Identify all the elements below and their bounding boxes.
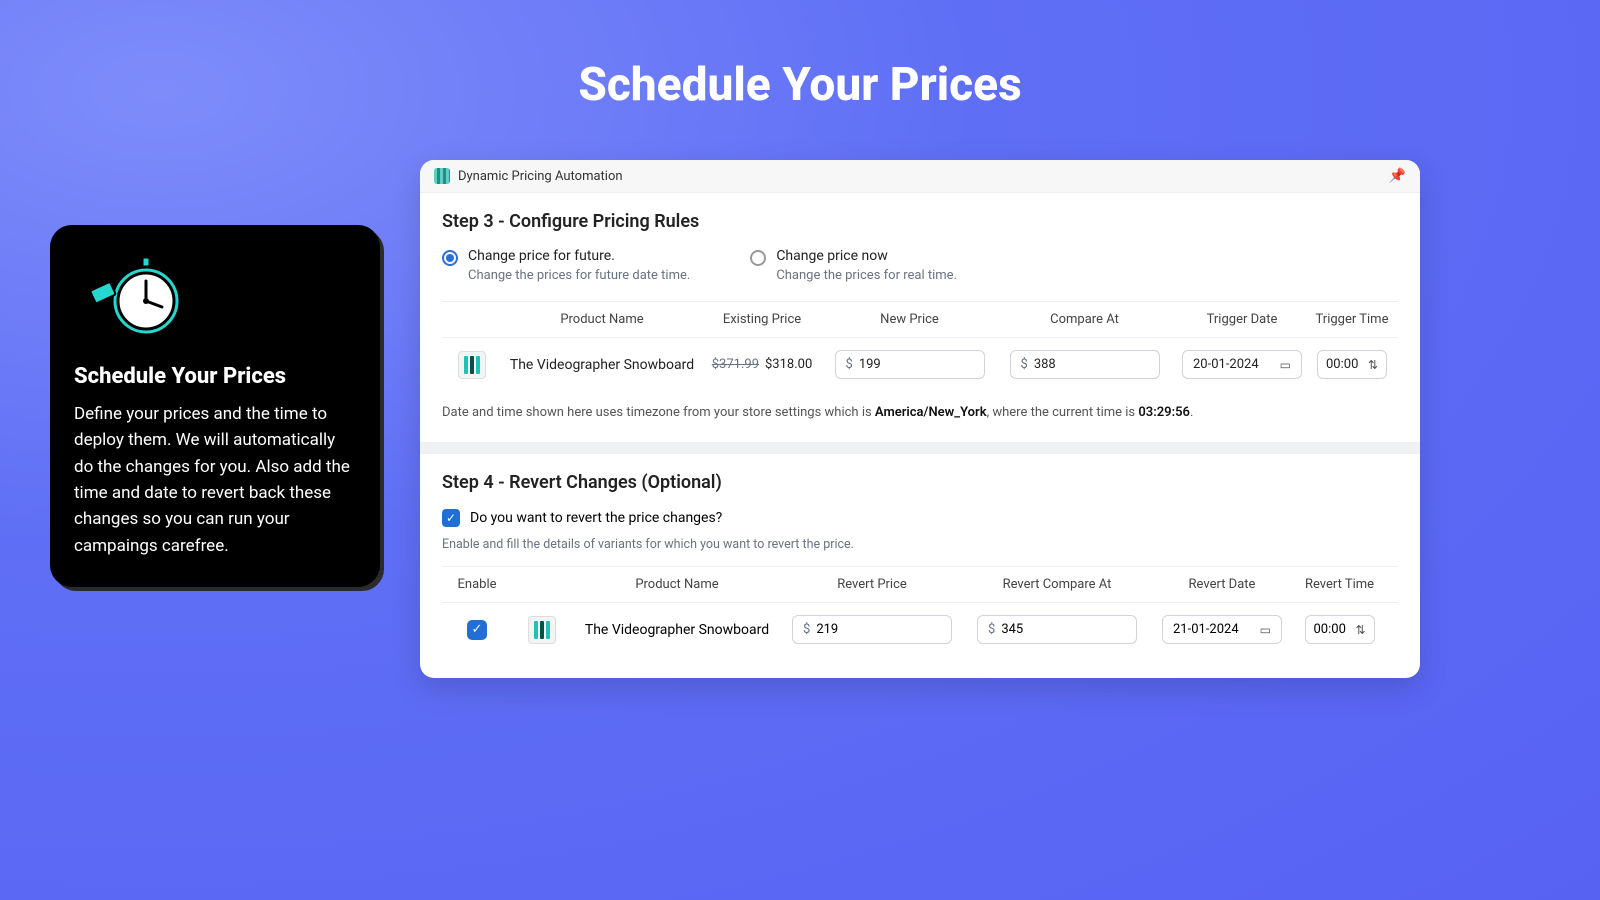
revert-date-input[interactable]: 21-01-2024 ▭ bbox=[1162, 615, 1282, 644]
radio-off-icon bbox=[750, 250, 766, 266]
revert-compare-input[interactable]: $ 345 bbox=[977, 615, 1137, 644]
radio-on-icon bbox=[442, 250, 458, 266]
revert-time-input[interactable]: 00:00 ⇅ bbox=[1305, 615, 1375, 644]
old-price: $371.99 bbox=[712, 357, 759, 372]
info-body: Define your prices and the time to deplo… bbox=[74, 401, 356, 559]
compare-at-input[interactable]: $ 388 bbox=[1010, 350, 1160, 379]
revert-checkbox[interactable]: ✓ bbox=[442, 509, 460, 527]
radio-future-label: Change price for future. bbox=[468, 248, 690, 264]
radio-future-sub: Change the prices for future date time. bbox=[468, 268, 690, 283]
product-name: The Videographer Snowboard bbox=[502, 357, 702, 373]
step3-title: Step 3 - Configure Pricing Rules bbox=[442, 211, 1398, 232]
app-title: Dynamic Pricing Automation bbox=[458, 169, 623, 184]
dollar-icon: $ bbox=[988, 622, 995, 637]
product-thumb-icon bbox=[528, 616, 556, 644]
revert-price-input[interactable]: $ 219 bbox=[792, 615, 952, 644]
pin-icon[interactable]: 📌 bbox=[1389, 168, 1406, 184]
radio-now-label: Change price now bbox=[776, 248, 957, 264]
page-title: Schedule Your Prices bbox=[0, 58, 1600, 112]
step3-panel: Step 3 - Configure Pricing Rules Change … bbox=[420, 193, 1420, 442]
radio-change-now[interactable]: Change price now Change the prices for r… bbox=[750, 248, 957, 283]
enable-row-checkbox[interactable]: ✓ bbox=[467, 620, 487, 640]
info-heading: Schedule Your Prices bbox=[74, 364, 356, 389]
revert-product-name: The Videographer Snowboard bbox=[572, 622, 782, 638]
trigger-date-input[interactable]: 20-01-2024 ▭ bbox=[1182, 350, 1302, 379]
step3-table-row: The Videographer Snowboard $371.99 $318.… bbox=[442, 338, 1398, 391]
product-thumb-icon bbox=[458, 351, 486, 379]
dollar-icon: $ bbox=[846, 357, 853, 372]
stepper-icon: ⇅ bbox=[1355, 623, 1365, 637]
dollar-icon: $ bbox=[803, 622, 810, 637]
timezone-note: Date and time shown here uses timezone f… bbox=[442, 405, 1398, 420]
revert-subtext: Enable and fill the details of variants … bbox=[442, 537, 1398, 552]
app-header: Dynamic Pricing Automation 📌 bbox=[420, 160, 1420, 193]
app-logo-icon bbox=[434, 168, 450, 184]
step4-table-header: Enable Product Name Revert Price Revert … bbox=[442, 566, 1398, 603]
step4-panel: Step 4 - Revert Changes (Optional) ✓ Do … bbox=[420, 442, 1420, 678]
new-price-input[interactable]: $ 199 bbox=[835, 350, 985, 379]
step4-table-row: ✓ The Videographer Snowboard $ 219 $ 345 bbox=[442, 603, 1398, 656]
current-price: $318.00 bbox=[765, 357, 812, 372]
calendar-icon: ▭ bbox=[1260, 623, 1271, 637]
revert-checkbox-label: Do you want to revert the price changes? bbox=[470, 510, 722, 526]
dollar-icon: $ bbox=[1021, 357, 1028, 372]
stepper-icon: ⇅ bbox=[1368, 358, 1378, 372]
step3-table-header: Product Name Existing Price New Price Co… bbox=[442, 301, 1398, 338]
alarm-clock-icon bbox=[84, 249, 194, 348]
trigger-time-input[interactable]: 00:00 ⇅ bbox=[1317, 350, 1387, 379]
app-window: Dynamic Pricing Automation 📌 Step 3 - Co… bbox=[420, 160, 1420, 678]
calendar-icon: ▭ bbox=[1280, 358, 1291, 372]
radio-now-sub: Change the prices for real time. bbox=[776, 268, 957, 283]
radio-change-future[interactable]: Change price for future. Change the pric… bbox=[442, 248, 690, 283]
step4-title: Step 4 - Revert Changes (Optional) bbox=[442, 472, 1398, 493]
info-card: Schedule Your Prices Define your prices … bbox=[50, 225, 380, 587]
